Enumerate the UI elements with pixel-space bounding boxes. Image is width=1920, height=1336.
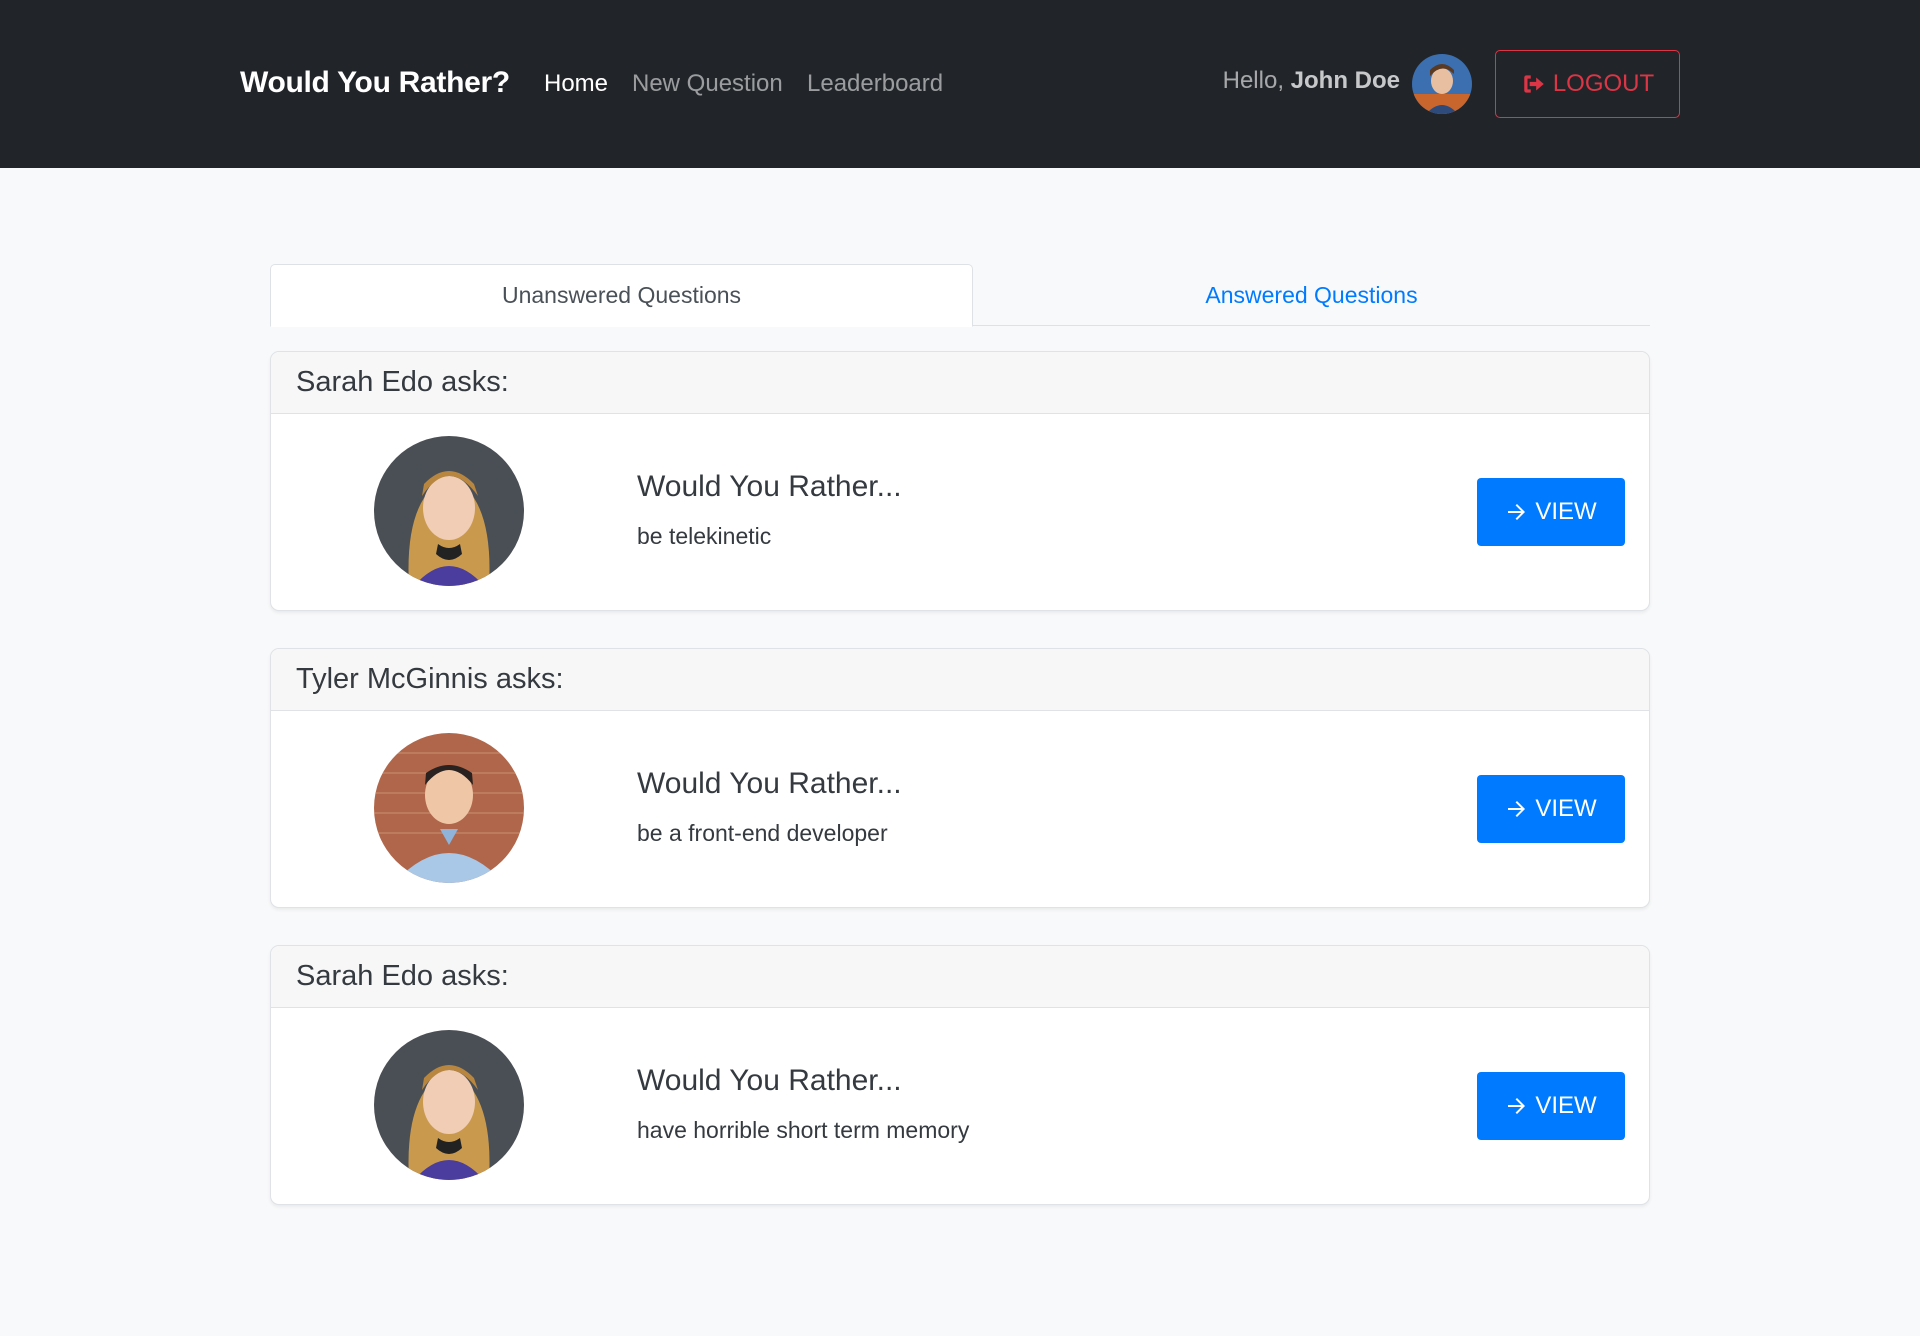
question-title: Would You Rather... [637,470,902,503]
question-card: Tyler McGinnis asks: Would You Rather...… [270,648,1650,908]
user-greeting: Hello, John Doe [1223,67,1400,95]
view-button[interactable]: VIEW [1477,1072,1625,1140]
arrow-right-icon [1508,1098,1526,1114]
card-header: Sarah Edo asks: [271,352,1649,414]
view-button[interactable]: VIEW [1477,478,1625,546]
question-card: Sarah Edo asks: Would You Rather... be t… [270,351,1650,611]
sarah-avatar-image [374,1030,524,1180]
view-label: VIEW [1535,1092,1597,1119]
brand-title[interactable]: Would You Rather? [240,66,510,100]
question-tabs: Unanswered Questions Answered Questions [270,264,1650,327]
question-card: Sarah Edo asks: Would You Rather... have… [270,945,1650,1205]
arrow-right-icon [1508,801,1526,817]
view-label: VIEW [1535,498,1597,525]
view-button[interactable]: VIEW [1477,775,1625,843]
sign-out-icon [1524,75,1544,93]
author-avatar [374,1030,524,1180]
user-avatar [1412,54,1472,114]
nav-link-leaderboard[interactable]: Leaderboard [807,70,943,98]
sarah-avatar-image [374,436,524,586]
question-title: Would You Rather... [637,1064,902,1097]
greeting-prefix: Hello, [1222,67,1284,94]
question-option: be telekinetic [637,523,772,549]
tyler-avatar-image [374,733,524,883]
logout-button[interactable]: LOGOUT [1495,50,1680,118]
navbar: Would You Rather? Home New Question Lead… [0,0,1920,168]
card-header: Tyler McGinnis asks: [271,649,1649,711]
logout-label: LOGOUT [1552,70,1655,97]
card-header: Sarah Edo asks: [271,946,1649,1008]
question-title: Would You Rather... [637,767,902,800]
john-avatar-image [1412,54,1472,114]
question-option: have horrible short term memory [637,1117,970,1143]
nav-link-new-question[interactable]: New Question [632,70,783,98]
user-name: John Doe [1290,67,1400,94]
nav-link-home[interactable]: Home [544,70,608,98]
tab-answered[interactable]: Answered Questions [973,264,1650,326]
tab-unanswered[interactable]: Unanswered Questions [270,264,973,327]
arrow-right-icon [1508,504,1526,520]
author-avatar [374,436,524,586]
view-label: VIEW [1535,795,1597,822]
author-avatar [374,733,524,883]
question-option: be a front-end developer [637,820,888,846]
